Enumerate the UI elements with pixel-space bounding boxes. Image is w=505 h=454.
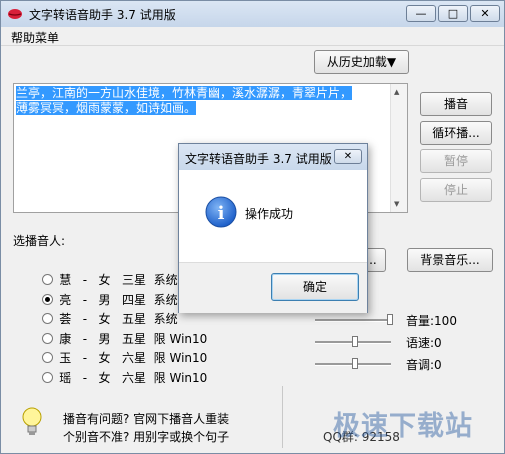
success-dialog: 文字转语音助手 3.7 试用版 ✕ i 操作成功 确定 <box>178 143 368 313</box>
scroll-up-arrow-icon[interactable]: ▲ <box>394 88 399 96</box>
voice-section-label: 选播音人: <box>13 234 66 248</box>
title-bar: 文字转语音助手 3.7 试用版 — □ ✕ <box>1 1 504 27</box>
pitch-label: 音调:0 <box>406 358 442 372</box>
help-tip-line-2: 个别音不准? 用别字或换个句子 <box>63 430 230 444</box>
dialog-message: 操作成功 <box>245 207 294 221</box>
app-lips-icon <box>8 9 22 19</box>
menu-bar: 帮助菜单 <box>1 27 504 46</box>
loop-play-button[interactable]: 循环播... <box>420 121 492 145</box>
dialog-title-bar: 文字转语音助手 3.7 试用版 ✕ <box>179 144 367 170</box>
dialog-footer: 确定 <box>179 262 367 313</box>
text-line-2: 薄雾冥冥，烟雨蒙蒙，如诗如画。 <box>16 101 197 115</box>
voice-option-liang[interactable]: 亮 - 男 四星 系统 <box>27 275 178 307</box>
voice-option-yao[interactable]: 瑶 - 女 六星 限 Win10 <box>27 353 207 385</box>
info-icon: i <box>205 196 237 228</box>
window-title: 文字转语音助手 3.7 试用版 <box>29 8 176 22</box>
lightbulb-icon <box>22 407 42 435</box>
speed-label: 语速:0 <box>406 336 442 350</box>
voice-option-hui2[interactable]: 荟 - 女 五星 系统 <box>27 294 178 326</box>
background-music-button[interactable]: 背景音乐... <box>407 248 493 272</box>
text-content: 兰亭，江南的一方山水佳境，竹林青幽，溪水潺潺，青翠片片， 薄雾冥冥，烟雨蒙蒙，如… <box>16 86 353 116</box>
text-line-1: 兰亭，江南的一方山水佳境，竹林青幽，溪水潺潺，青翠片片， <box>16 86 353 100</box>
volume-label: 音量:100 <box>406 314 457 328</box>
stop-button[interactable]: 停止 <box>420 178 492 202</box>
pause-button[interactable]: 暂停 <box>420 149 492 173</box>
radio-button[interactable] <box>42 372 54 383</box>
voice-option-kang[interactable]: 康 - 男 五星 限 Win10 <box>27 314 207 346</box>
dialog-title: 文字转语音助手 3.7 试用版 <box>185 152 332 166</box>
menu-help[interactable]: 帮助菜单 <box>11 29 59 46</box>
help-tip-line-1: 播音有问题? 官网下播音人重装 <box>63 412 230 426</box>
bottom-divider <box>282 386 283 448</box>
vertical-scrollbar[interactable]: ▲ ▼ <box>390 84 407 212</box>
speed-slider-thumb[interactable] <box>352 336 358 347</box>
volume-slider-track[interactable] <box>315 319 391 322</box>
voice-option-yu[interactable]: 玉 - 女 六星 限 Win10 <box>27 333 207 365</box>
info-icon-glyph: i <box>218 203 225 224</box>
play-button[interactable]: 播音 <box>420 92 492 116</box>
dialog-close-button[interactable]: ✕ <box>334 149 362 164</box>
history-load-button[interactable]: 从历史加载▼ <box>314 50 409 74</box>
voice-option-hui[interactable]: 慧 - 女 三星 系统 <box>27 255 178 287</box>
scroll-down-arrow-icon[interactable]: ▼ <box>394 200 399 208</box>
pitch-slider-thumb[interactable] <box>352 358 358 369</box>
dialog-ok-button[interactable]: 确定 <box>271 273 359 301</box>
minimize-button[interactable]: — <box>406 5 436 22</box>
close-button[interactable]: ✕ <box>470 5 500 22</box>
main-window: 文字转语音助手 3.7 试用版 — □ ✕ 帮助菜单 从历史加载▼ 兰亭，江南的… <box>0 0 505 454</box>
volume-slider-thumb[interactable] <box>387 314 393 325</box>
watermark-text: 极速下载站 <box>333 411 473 442</box>
maximize-button[interactable]: □ <box>438 5 468 22</box>
